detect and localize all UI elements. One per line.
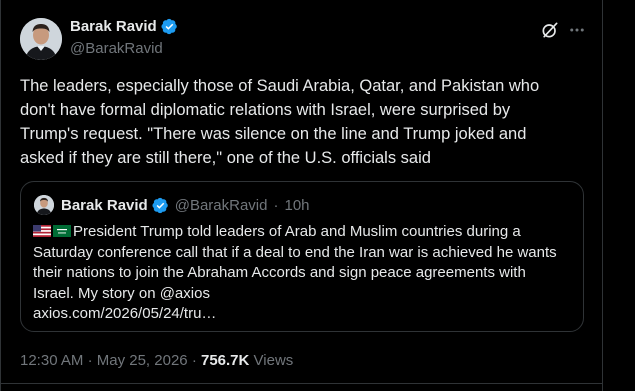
views-count: 756.7K (200, 352, 250, 369)
saudi-flag-icon (53, 225, 71, 237)
quoted-tweet-body: President Trump told leaders of Arab and… (33, 222, 573, 325)
quoted-time-ago: 10h (284, 197, 310, 214)
quoted-author-name: Barak Ravid (61, 197, 148, 214)
tweet-meta-row: 12:30 AM · May 25, 2026 · 756.7K Views (20, 352, 293, 369)
views-label: Views (253, 352, 294, 369)
timeline-border-right (602, 0, 603, 391)
author-display-name[interactable]: Barak Ravid (70, 18, 157, 35)
tweet-divider (0, 383, 603, 384)
meta-separator: · (87, 352, 93, 369)
us-flag-icon (33, 225, 51, 237)
author-handle[interactable]: @BarakRavid (70, 40, 163, 57)
more-icon[interactable] (568, 21, 586, 39)
tweet-date[interactable]: May 25, 2026 (97, 352, 188, 369)
grok-icon[interactable] (540, 20, 560, 40)
tweet-time[interactable]: 12:30 AM (20, 352, 83, 369)
tweet-text: The leaders, especially those of Saudi A… (20, 77, 540, 167)
verified-badge-icon (152, 197, 168, 214)
author-name-row[interactable]: Barak Ravid (70, 18, 178, 35)
meta-separator-2: · (191, 352, 197, 369)
quoted-tweet-header: Barak Ravid @BarakRavid · 10h (61, 197, 310, 214)
timeline-border-left (0, 0, 1, 391)
quoted-separator: · (273, 197, 279, 214)
quoted-author-handle: @BarakRavid (174, 197, 268, 214)
author-avatar[interactable] (20, 18, 62, 60)
quoted-author-avatar (34, 195, 54, 215)
verified-badge-icon (161, 18, 177, 35)
quoted-tweet-text: President Trump told leaders of Arab and… (33, 223, 557, 322)
